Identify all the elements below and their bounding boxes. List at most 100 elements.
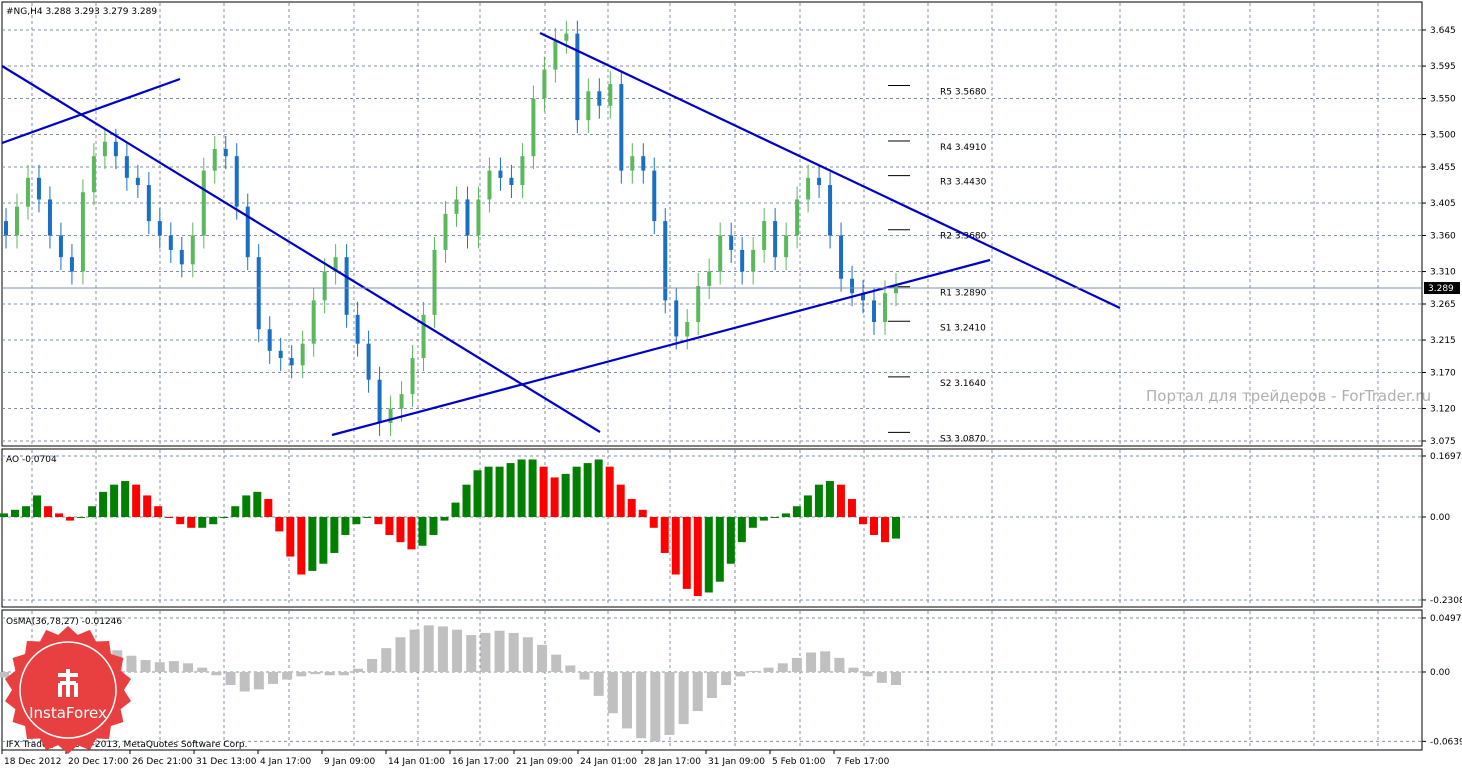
ao-bar [154, 506, 163, 517]
ao-bar [572, 466, 581, 517]
candle-body [872, 300, 877, 323]
candle-body [751, 249, 756, 272]
osma-bar [763, 667, 774, 672]
trend-line [539, 32, 1121, 309]
osma-bar [494, 630, 505, 672]
candle-body [894, 285, 898, 294]
osma-bar [650, 672, 661, 742]
candle-body [4, 221, 8, 236]
osma-bar [324, 672, 335, 676]
ao-bar [44, 506, 53, 517]
osma-bar [537, 644, 548, 672]
time-tick-label: 20 Dec 17:00 [68, 757, 129, 767]
ao-bar [231, 506, 240, 517]
ao-bar [264, 499, 273, 517]
osma-bar [437, 626, 448, 672]
osma-tick-label: -0.0639 [1430, 737, 1462, 747]
ao-bar [77, 517, 86, 518]
ao-bar [892, 517, 900, 539]
candle-body [608, 84, 613, 106]
osma-bar [466, 635, 477, 672]
ao-bar [396, 517, 405, 543]
time-tick-label: 24 Jan 01:00 [580, 757, 637, 767]
price-tick-label: 3.500 [1430, 131, 1456, 141]
osma-bar [508, 632, 519, 672]
osma-bar [607, 672, 618, 714]
candle-body [399, 394, 404, 409]
price-tick-label: 3.360 [1430, 232, 1456, 242]
osma-header: OsMA(36,78,27) -0.01246 [6, 617, 122, 627]
trend-line [1, 65, 601, 433]
ao-bar [110, 484, 119, 517]
ao-bar [0, 513, 8, 517]
osma-bar [239, 672, 250, 692]
candle-body [718, 235, 723, 272]
ao-bar [748, 517, 757, 528]
price-tick-label: 3.215 [1430, 336, 1456, 346]
candle-body [498, 170, 503, 178]
time-tick-label: 26 Dec 21:00 [132, 757, 193, 767]
osma-bar [791, 657, 802, 672]
osma-bar [140, 660, 151, 672]
osma-bar [268, 672, 279, 684]
ao-bar [88, 506, 97, 517]
candle-body [696, 285, 701, 323]
candle-body [157, 221, 162, 236]
osma-axis: 0.04975 0.00 -0.0639 [1422, 614, 1462, 747]
osma-bar [551, 654, 562, 672]
candle-body [179, 249, 184, 265]
candle-body [410, 358, 415, 395]
candle-body [223, 148, 228, 157]
time-tick-label: 28 Jan 17:00 [644, 757, 701, 767]
candle-body [47, 199, 52, 236]
current-price-label: 3.289 [1428, 284, 1454, 294]
candle-body [707, 271, 712, 286]
candle-body [300, 343, 305, 366]
ao-bar [550, 477, 559, 517]
candle-body [542, 69, 547, 99]
osma-bar [834, 657, 845, 672]
candle-body [674, 300, 679, 337]
ao-bar [649, 517, 658, 528]
ao-bar [594, 459, 603, 517]
time-tick-label: 7 Feb 17:00 [836, 757, 890, 767]
candle-body [575, 33, 580, 121]
candle-body [652, 170, 657, 222]
osma-bar [480, 632, 491, 672]
price-tick-label: 3.075 [1430, 437, 1456, 447]
chart-svg: 3.645 3.595 3.550 3.500 3.455 3.405 3.360 3.310… [0, 1, 1462, 767]
candle-body [773, 221, 778, 258]
osma-bar [678, 672, 689, 725]
ao-bar [858, 517, 867, 525]
candle-body [553, 40, 558, 70]
logo-text: InstaForex [29, 704, 107, 722]
osma-bar [296, 672, 307, 677]
candle-body [245, 206, 250, 258]
candle-body [256, 257, 261, 330]
ao-bar [803, 495, 812, 517]
ao-tick-label: 0.1697 [1430, 452, 1462, 462]
candle-body [564, 33, 569, 41]
candle-body [311, 300, 316, 344]
ao-bar [671, 517, 680, 575]
ao-bar [176, 517, 185, 525]
osma-bar [126, 655, 137, 672]
osma-bar [579, 672, 590, 680]
ao-bar [869, 517, 878, 535]
osma-bar [282, 672, 293, 680]
candle-body [641, 156, 646, 171]
osma-bar [183, 663, 194, 672]
candle-body [234, 156, 239, 207]
ao-bar [363, 517, 372, 518]
price-tick-label: 3.120 [1430, 405, 1456, 415]
ao-tick-label: 0.00 [1430, 513, 1450, 523]
ao-tick-label: -0.2308 [1430, 596, 1462, 606]
ao-bar [341, 517, 350, 535]
candle-body [113, 141, 118, 157]
candle-body [355, 314, 360, 344]
price-tick-label: 3.405 [1430, 199, 1456, 209]
candle-body [69, 257, 74, 272]
price-tick-label: 3.455 [1430, 163, 1456, 173]
candles [4, 20, 898, 436]
price-axis: 3.645 3.595 3.550 3.500 3.455 3.405 3.360 3.310… [1422, 26, 1456, 447]
